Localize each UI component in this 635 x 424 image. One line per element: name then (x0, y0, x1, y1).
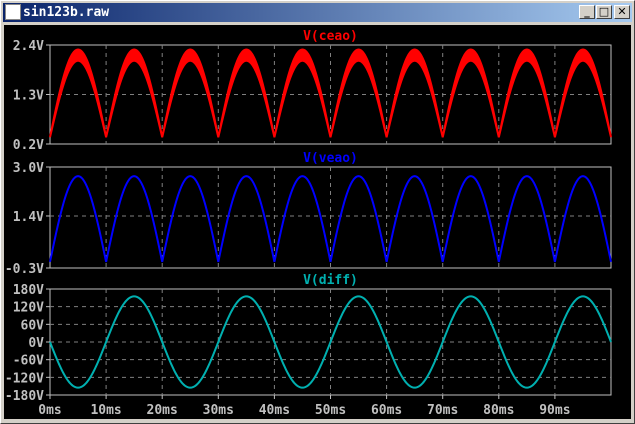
y-tick-label: 1.3V (13, 89, 44, 104)
y-tick-label: 1.4V (13, 210, 44, 225)
x-tick-label: 60ms (371, 403, 402, 418)
close-button[interactable]: ✕ (614, 5, 630, 19)
trace-title: V(veao) (303, 151, 358, 166)
waveform-window: sin123b.raw _ □ ✕ 2.4V 1.3V 0.2V V(ceao) 3.0… (0, 0, 635, 424)
x-tick-label: 70ms (427, 403, 458, 418)
y-tick-label: 180V (13, 283, 44, 298)
x-tick-label: 20ms (147, 403, 178, 418)
trace-title: V(diff) (303, 273, 358, 288)
y-tick-label: 120V (13, 301, 44, 316)
trace-title: V(ceao) (303, 29, 358, 44)
minimize-button[interactable]: _ (579, 5, 595, 19)
waveform-plot-area[interactable]: 2.4V 1.3V 0.2V V(ceao) 3.0V 1.4V -0.3V V(veao) 1… (4, 25, 631, 419)
x-tick-label: 0ms (38, 403, 61, 418)
y-tick-label: 60V (21, 318, 45, 333)
y-tick-label: 0V (28, 336, 44, 351)
y-tick-label: -60V (13, 354, 44, 369)
title-bar[interactable]: sin123b.raw (3, 3, 632, 22)
y-tick-label: 3.0V (13, 161, 44, 176)
x-tick-label: 40ms (259, 403, 290, 418)
window-title: sin123b.raw (23, 5, 110, 20)
x-tick-label: 30ms (203, 403, 234, 418)
maximize-button[interactable]: □ (596, 5, 612, 19)
y-tick-label: -120V (5, 371, 44, 386)
y-tick-label: 2.4V (13, 39, 44, 54)
waveform-app-icon[interactable] (5, 4, 21, 20)
x-tick-label: 80ms (483, 403, 514, 418)
x-tick-label: 50ms (315, 403, 346, 418)
y-tick-label: -180V (5, 389, 44, 404)
x-tick-label: 90ms (539, 403, 570, 418)
y-tick-label: 0.2V (13, 138, 44, 153)
x-tick-label: 10ms (90, 403, 121, 418)
y-tick-label: -0.3V (5, 262, 44, 277)
